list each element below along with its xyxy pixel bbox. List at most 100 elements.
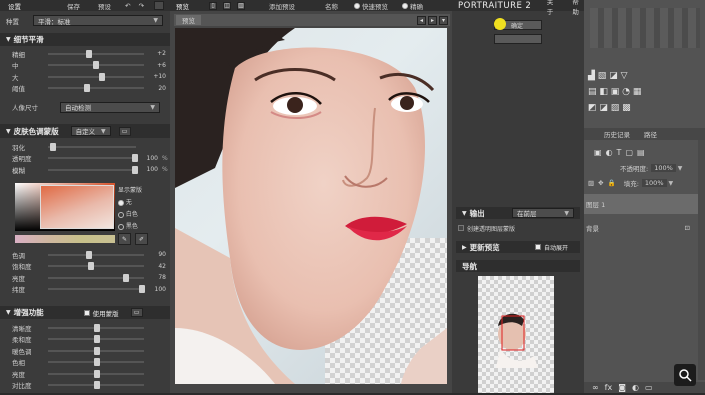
slider-row[interactable]: 暖色调 xyxy=(0,345,170,357)
preset-dropdown[interactable]: 平滑：标准 ▼ xyxy=(33,15,163,26)
hue-strip[interactable] xyxy=(15,235,115,243)
slider-track[interactable] xyxy=(48,335,144,344)
single-view-icon[interactable]: ▯ xyxy=(209,1,217,10)
slider-row[interactable]: 大 +10 xyxy=(0,71,170,83)
slider-knob[interactable] xyxy=(122,273,129,282)
slider-track[interactable] xyxy=(48,72,144,81)
slider-knob[interactable] xyxy=(93,61,100,70)
menu-arrow-icon[interactable]: ▾ xyxy=(439,15,448,25)
slider-row[interactable]: 色相 xyxy=(0,357,170,369)
pixel-filter-icon[interactable]: ▣ xyxy=(594,148,602,157)
adjust-filter-icon[interactable]: ◐ xyxy=(606,148,613,157)
adjustment-icon[interactable]: ◐ xyxy=(632,383,639,392)
eyedropper-panel-button[interactable]: ▭ xyxy=(118,126,131,136)
skin-mask-header[interactable]: ▼ 皮肤色调蒙版 自定义 ▼ ▭ xyxy=(0,124,170,138)
output-header[interactable]: ▼ 输出 在前层 ▼ xyxy=(456,207,580,219)
eyedropper-icon[interactable]: ✎ xyxy=(118,233,131,245)
vibrance-icon[interactable]: ▽ xyxy=(621,71,628,81)
slider-track[interactable] xyxy=(48,49,144,58)
slider-knob[interactable] xyxy=(131,154,138,163)
enhance-panel-button[interactable]: ▭ xyxy=(130,308,143,317)
redo-icon[interactable]: ↷ xyxy=(138,2,143,10)
fast-preview-radio[interactable] xyxy=(354,2,360,9)
slider-track[interactable] xyxy=(48,358,144,367)
prev-arrow-icon[interactable]: ◂ xyxy=(417,15,426,25)
slider-knob[interactable] xyxy=(88,262,95,271)
cancel-button[interactable] xyxy=(494,34,542,44)
type-filter-icon[interactable]: T xyxy=(617,148,622,157)
tab-paths[interactable]: 路径 xyxy=(644,129,657,139)
slider-knob[interactable] xyxy=(131,165,138,174)
save-button[interactable]: 保存 xyxy=(67,1,80,11)
radio-button[interactable] xyxy=(118,211,124,218)
slider-row[interactable]: 亮度 xyxy=(0,368,170,380)
smart-filter-icon[interactable]: ▤ xyxy=(637,148,645,157)
portrait-size-dropdown[interactable]: 自动检测 ▼ xyxy=(60,101,160,113)
use-mask-checkbox[interactable] xyxy=(83,309,90,316)
curves-icon[interactable]: ▧ xyxy=(598,71,607,81)
threshold-icon[interactable]: ▨ xyxy=(611,103,620,113)
next-arrow-icon[interactable]: ▸ xyxy=(428,15,437,25)
chevron-down-icon[interactable]: ▼ xyxy=(669,180,674,187)
preview-image[interactable] xyxy=(175,28,447,384)
shape-filter-icon[interactable]: ▢ xyxy=(625,148,633,157)
slider-track[interactable] xyxy=(48,165,138,174)
scrollbar[interactable] xyxy=(698,140,705,380)
slider-knob[interactable] xyxy=(98,72,105,81)
tab-history[interactable]: 历史记录 xyxy=(604,129,630,139)
slider-track[interactable] xyxy=(48,250,144,259)
slider-row[interactable]: 柔和度 xyxy=(0,334,170,346)
slider-knob[interactable] xyxy=(139,285,146,294)
search-icon[interactable] xyxy=(674,364,696,386)
reset-button[interactable] xyxy=(153,1,164,10)
bw-icon[interactable]: ▣ xyxy=(611,87,620,97)
slider-row[interactable]: 对比度 xyxy=(0,380,170,392)
slider-knob[interactable] xyxy=(94,323,101,332)
balance-icon[interactable]: ◧ xyxy=(599,87,608,97)
radio-button[interactable] xyxy=(118,223,124,230)
slider-row[interactable]: 模糊 100% xyxy=(0,164,170,176)
slider-row[interactable]: 中 +6 xyxy=(0,60,170,72)
skin-mask-mode-dropdown[interactable]: 自定义 ▼ xyxy=(70,126,111,136)
preset-button[interactable]: 预设 xyxy=(98,1,111,11)
slider-knob[interactable] xyxy=(94,381,101,390)
radio-none[interactable]: 无 xyxy=(118,197,168,206)
slider-row[interactable]: 亮度 78 xyxy=(0,272,170,284)
navigator-view[interactable] xyxy=(478,276,554,393)
lock-all-icon[interactable]: 🔒 xyxy=(608,179,616,187)
folder-icon[interactable]: ▭ xyxy=(645,383,653,392)
posterize-icon[interactable]: ◪ xyxy=(599,103,608,113)
gradient-map-icon[interactable]: ▩ xyxy=(622,103,631,113)
new-layer-checkbox[interactable] xyxy=(458,225,464,231)
layer-row-background[interactable]: 背景 ⊡ xyxy=(584,220,698,236)
slider-row[interactable]: 清晰度 xyxy=(0,322,170,334)
enhance-header[interactable]: ▼ 增强功能 使用蒙版 ▭ xyxy=(0,306,170,319)
slider-track[interactable] xyxy=(48,262,144,271)
slider-knob[interactable] xyxy=(94,369,101,378)
slider-row[interactable]: 色调 90 xyxy=(0,249,170,261)
radio-black[interactable]: 黑色 xyxy=(118,221,168,230)
output-dropdown[interactable]: 在前层 ▼ xyxy=(512,208,574,218)
slider-track[interactable] xyxy=(48,84,144,93)
mask-icon[interactable]: ◙ xyxy=(618,383,626,392)
slider-track[interactable] xyxy=(48,142,136,151)
chevron-down-icon[interactable]: ▼ xyxy=(678,165,683,172)
lock-move-icon[interactable]: ✥ xyxy=(598,179,603,187)
split-view-icon[interactable]: ◫ xyxy=(223,1,231,10)
slider-track[interactable] xyxy=(48,381,144,390)
auto-expand-checkbox[interactable] xyxy=(534,244,541,250)
exposure-icon[interactable]: ◪ xyxy=(609,71,618,81)
detail-smoothing-header[interactable]: ▼ 细节平滑 xyxy=(0,33,170,46)
radio-button[interactable] xyxy=(118,199,124,206)
color-picker-selection[interactable] xyxy=(40,185,114,229)
fx-icon[interactable]: fx xyxy=(605,383,613,392)
slider-knob[interactable] xyxy=(94,358,101,367)
opacity-input[interactable]: 100% xyxy=(651,164,676,172)
slider-track[interactable] xyxy=(48,323,144,332)
radio-white[interactable]: 白色 xyxy=(118,209,168,218)
slider-knob[interactable] xyxy=(94,335,101,344)
levels-icon[interactable]: ▟ xyxy=(588,71,595,81)
layer-row-1[interactable]: 图层 1 xyxy=(584,194,698,214)
add-preset-button[interactable]: 添加预设 xyxy=(269,1,295,11)
link-icon[interactable]: ∞ xyxy=(592,383,599,392)
